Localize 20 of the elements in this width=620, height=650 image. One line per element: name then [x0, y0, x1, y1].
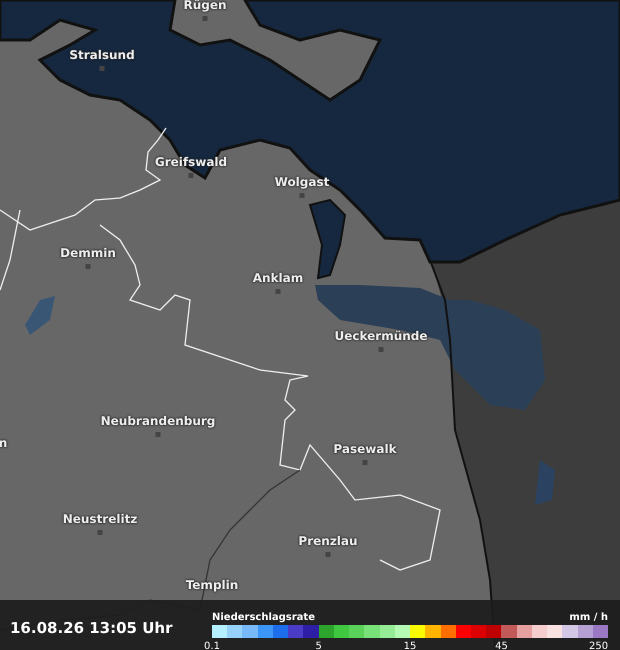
- place-label: Anklam: [252, 271, 304, 285]
- legend-title: Niederschlagsrate: [212, 612, 315, 623]
- scale-label: 250: [589, 641, 608, 650]
- place-label: Ueckermünde: [334, 329, 428, 343]
- place-label: n: [0, 436, 8, 450]
- timestamp: 16.08.26 13:05 Uhr: [10, 618, 172, 637]
- place-label: Prenzlau: [298, 534, 358, 548]
- legend-unit: mm / h: [569, 612, 608, 623]
- place-label: Templin: [186, 578, 238, 592]
- place-label: Neustrelitz: [62, 512, 138, 526]
- place-label: Neubrandenburg: [100, 414, 216, 428]
- place-label: Demmin: [60, 246, 116, 260]
- place-label: Stralsund: [69, 48, 135, 62]
- place-label: Rügen: [183, 0, 227, 12]
- scale-label: 0.1: [204, 641, 220, 650]
- scale-label: 5: [315, 641, 322, 650]
- place-label: Pasewalk: [333, 442, 397, 456]
- scale-label: 45: [495, 641, 508, 650]
- scale-label: 15: [404, 641, 416, 650]
- place-label: Wolgast: [274, 175, 330, 189]
